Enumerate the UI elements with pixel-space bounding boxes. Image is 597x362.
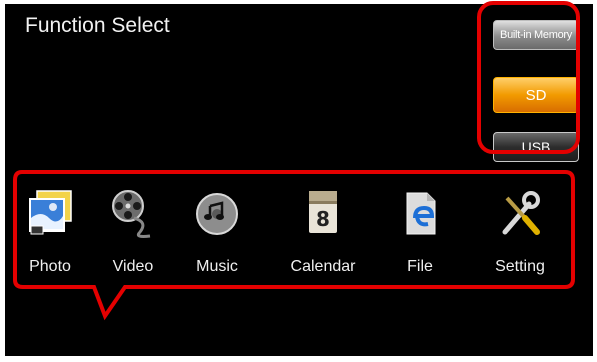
feature-file[interactable]: File: [380, 188, 460, 278]
storage-highlight-ring: [477, 1, 580, 154]
feature-label: Setting: [495, 258, 545, 275]
feature-label: Music: [196, 258, 238, 275]
feature-music[interactable]: Music: [177, 188, 257, 278]
feature-options-label: Feature Options: [41, 331, 144, 348]
feature-photo[interactable]: Photo: [10, 188, 90, 278]
photo-icon: [29, 190, 72, 235]
screen-title: Function Select: [25, 14, 170, 37]
wrench-screwdriver-icon: [502, 191, 540, 235]
feature-label: Photo: [29, 258, 71, 275]
feature-label: Video: [112, 258, 154, 275]
feature-setting[interactable]: Setting: [480, 188, 560, 278]
feature-calendar[interactable]: 8 Calendar: [283, 188, 363, 278]
calendar-icon: 8: [309, 191, 337, 233]
feature-video[interactable]: Video: [93, 188, 173, 278]
feature-label: File: [407, 258, 433, 275]
calendar-day: 8: [316, 207, 330, 231]
film-reel-icon: [112, 190, 151, 238]
document-e-icon: [406, 192, 436, 235]
music-disc-icon: [196, 193, 238, 235]
feature-label: Calendar: [290, 258, 356, 275]
